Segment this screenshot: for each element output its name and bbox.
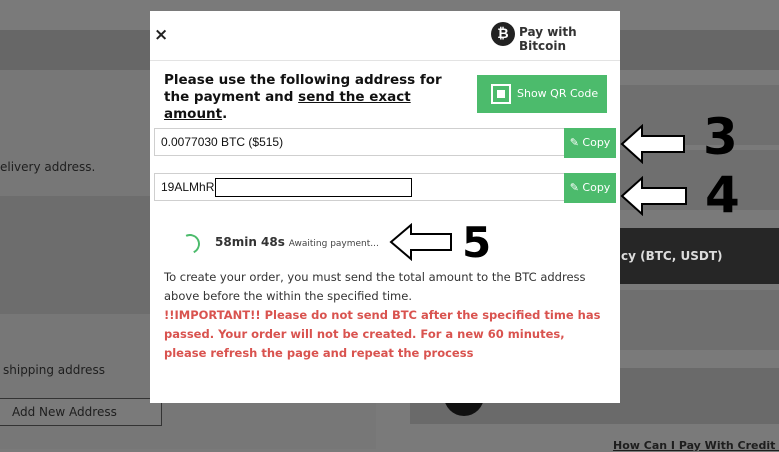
bitcoin-icon: ₿ — [491, 22, 515, 46]
modal-header: × ₿ Pay with Bitcoin — [150, 11, 620, 61]
annotation-label-4: 4 — [705, 166, 740, 224]
redaction-box — [215, 178, 412, 197]
background-address-card — [0, 196, 150, 314]
edit-icon: ✎ — [569, 136, 579, 149]
background-shipping-text: shipping address — [3, 363, 105, 377]
payment-timer: 58min 48s Awaiting payment... — [215, 235, 379, 249]
payment-instructions: Please use the following address for the… — [164, 72, 464, 123]
timer-status: Awaiting payment... — [288, 239, 379, 249]
qr-button-label: Show QR Code — [517, 87, 599, 100]
bitcoin-payment-modal: × ₿ Pay with Bitcoin Please use the foll… — [150, 11, 620, 403]
copy-amount-button[interactable]: ✎ Copy — [564, 128, 616, 158]
edit-icon: ✎ — [569, 181, 579, 194]
background-faq-link: How Can I Pay With Credit Ca — [613, 439, 779, 452]
background-delivery-text: elivery address. — [0, 160, 96, 174]
annotation-label-3: 3 — [703, 108, 738, 166]
show-qr-code-button[interactable]: Show QR Code — [477, 75, 607, 113]
annotation-arrow-icon — [620, 176, 687, 216]
instruction-end: . — [222, 106, 228, 122]
close-icon[interactable]: × — [154, 25, 174, 45]
background-card — [617, 290, 779, 350]
annotation-arrow-icon — [389, 223, 452, 261]
btc-amount-field[interactable]: 0.0077030 BTC ($515) — [154, 128, 566, 156]
annotation-arrow-icon — [620, 124, 685, 164]
qr-code-icon — [491, 84, 511, 104]
loading-spinner-icon — [177, 231, 203, 257]
background-crypto-payment-bar: cy (BTC, USDT) — [617, 228, 779, 284]
order-note: To create your order, you must send the … — [164, 270, 586, 303]
add-new-address-button: Add New Address — [0, 398, 162, 426]
important-warning: !!IMPORTANT!! Please do not send BTC aft… — [164, 308, 601, 360]
btc-address-value: 19ALMhR — [161, 180, 215, 194]
copy-address-button[interactable]: ✎ Copy — [564, 173, 616, 203]
timer-countdown: 58min 48s — [215, 235, 285, 249]
btc-address-field[interactable]: 19ALMhR — [154, 173, 566, 201]
copy-label: Copy — [582, 136, 611, 149]
annotation-label-5: 5 — [462, 218, 492, 267]
modal-title: Pay with Bitcoin — [519, 25, 577, 53]
copy-label: Copy — [582, 181, 611, 194]
